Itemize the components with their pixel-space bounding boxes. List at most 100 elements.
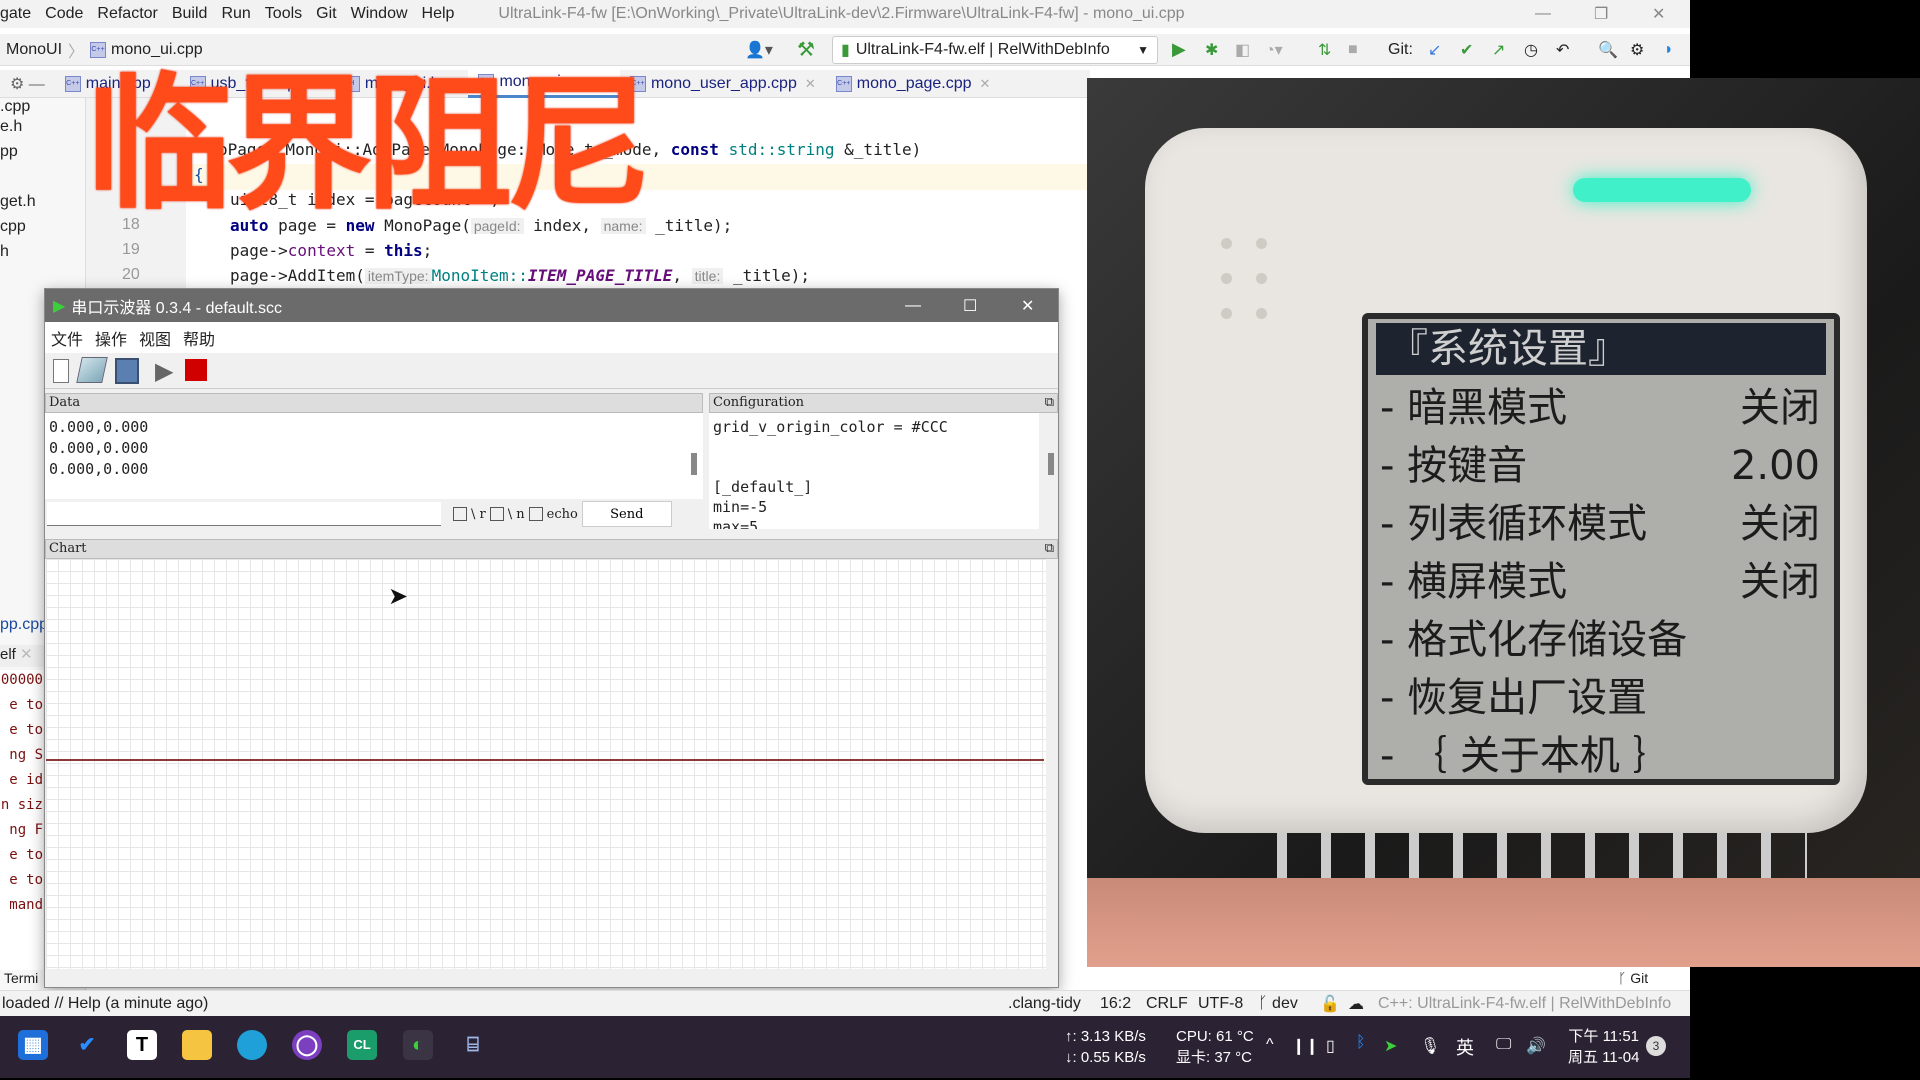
menu-navigate[interactable]: gate [0,5,31,23]
terminal-tool-button[interactable]: Termi [4,970,38,986]
breadcrumb-file[interactable]: mono_ui.cpp [111,41,203,59]
echo-checkbox[interactable] [528,507,543,521]
status-clang-tidy[interactable]: .clang-tidy [1008,995,1081,1013]
tab-mono-page[interactable]: C++ mono_page.cpp ✕ [826,70,1001,98]
project-file[interactable]: get.h [0,193,36,211]
network-icon[interactable]: 🖵 [1496,1036,1511,1054]
lcd-row: - 格式化存储设备 [1368,611,1834,669]
rollback-icon[interactable]: ↶ [1556,40,1569,60]
lock-icon[interactable]: 🔓 [1320,994,1340,1014]
chart-plot-area[interactable] [46,559,1046,969]
tab-settings-icon[interactable]: ⚙ — [0,74,55,94]
play-icon[interactable]: ▶ [155,357,173,386]
clion-app-icon[interactable]: CL [347,1030,377,1060]
project-file[interactable]: cpp [0,218,26,236]
build-icon[interactable]: ⚒ [797,37,815,62]
project-file[interactable]: e.h [0,118,22,136]
send-input[interactable] [47,502,441,526]
minimize-button[interactable]: — [1535,5,1551,23]
usb-icon[interactable]: ▯ [1326,1036,1335,1056]
stop-icon[interactable]: ■ [1348,41,1358,59]
close-button[interactable]: ✕ [1652,4,1665,24]
configuration-editor[interactable]: grid_v_origin_color = #CCC [_default_] m… [709,413,1039,529]
lcd-row-value: 2.00 [1730,443,1820,489]
notification-badge[interactable]: 3 [1646,1036,1666,1056]
tab-mono-user-app[interactable]: C++ mono_user_app.cpp ✕ [620,70,826,98]
save-icon[interactable] [115,358,139,384]
undock-icon[interactable]: ⧉ [1045,540,1054,558]
open-folder-icon[interactable] [76,357,108,383]
lf-checkbox[interactable] [489,507,504,521]
close-button[interactable]: ✕ [1021,296,1034,316]
edge-browser-icon[interactable] [237,1030,267,1060]
search-icon[interactable]: 🔍 [1598,40,1618,60]
plugin-icon[interactable]: ◗ [1664,41,1674,59]
project-file[interactable]: h [0,243,9,261]
status-branch[interactable]: ᚴ dev [1258,995,1298,1013]
calendar-app-icon[interactable]: ▦ [18,1030,48,1060]
status-caret-position[interactable]: 16:2 [1100,995,1131,1013]
tray-chevron-icon[interactable]: ^ [1266,1036,1274,1054]
close-icon[interactable]: ✕ [980,76,991,92]
run-icon[interactable]: ▶ [1172,39,1186,60]
close-icon[interactable]: ✕ [20,646,33,663]
menu-help[interactable]: Help [422,5,455,23]
menu-window[interactable]: Window [351,5,408,23]
maximize-button[interactable]: ☐ [963,296,977,316]
scrollbar[interactable] [1048,453,1054,475]
minimize-button[interactable]: — [905,297,921,315]
app-tray-icon[interactable]: ➤ [1384,1036,1397,1056]
coverage-icon[interactable]: ◧ [1235,40,1250,60]
stop-icon[interactable] [185,359,207,381]
attach-icon[interactable]: ⇅ [1318,40,1331,60]
earbuds-icon[interactable]: ❙❙ [1292,1036,1319,1056]
bluetooth-icon[interactable]: ᛒ [1356,1034,1366,1052]
user-icon[interactable]: 👤▾ [745,40,773,60]
run-configuration-select[interactable]: ▮ UltraLink-F4-fw.elf | RelWithDebInfo ▼ [832,36,1158,64]
typora-app-icon[interactable]: T [127,1030,157,1060]
scrollbar[interactable] [691,453,697,475]
ime-indicator[interactable]: 英 [1456,1034,1474,1060]
menu-tools[interactable]: Tools [265,5,302,23]
file-explorer-icon[interactable] [182,1030,212,1060]
profile-icon[interactable]: ◔▾ [1265,40,1283,60]
menu-code[interactable]: Code [45,5,83,23]
menu-git[interactable]: Git [316,5,336,23]
menu-build[interactable]: Build [172,5,208,23]
status-encoding[interactable]: UTF-8 [1198,995,1243,1013]
serial-scope-app-icon[interactable]: ◐ [403,1030,433,1060]
chart-header: Chart ⧉ [45,539,1058,559]
new-file-icon[interactable] [53,359,69,383]
project-file[interactable]: pp.cpp [0,616,48,634]
history-icon[interactable]: ◷ [1524,40,1538,60]
menu-file[interactable]: 文件 [51,326,83,350]
breadcrumb-monoui[interactable]: MonoUI [6,41,62,59]
status-line-endings[interactable]: CRLF [1146,995,1188,1013]
undock-icon[interactable]: ⧉ [1045,394,1054,412]
git-commit-icon[interactable]: ✔ [1460,40,1473,60]
menu-help[interactable]: 帮助 [183,326,215,350]
git-update-icon[interactable]: ↙ [1428,40,1441,60]
git-push-icon[interactable]: ↗ [1492,40,1505,60]
remote-app-icon[interactable]: ⌸ [458,1030,488,1060]
debug-icon[interactable]: ✱ [1205,40,1218,60]
gear-icon[interactable]: ⚙ [1630,40,1644,60]
menu-operate[interactable]: 操作 [95,326,127,350]
volume-icon[interactable]: 🔊 [1526,1036,1546,1056]
status-context[interactable]: C++: UltraLink-F4-fw.elf | RelWithDebInf… [1378,995,1671,1013]
todo-app-icon[interactable]: ✔ [72,1030,102,1060]
menu-refactor[interactable]: Refactor [97,5,157,23]
cloud-icon[interactable]: ☁ [1348,994,1364,1014]
restore-button[interactable]: ❐ [1594,4,1608,24]
send-button[interactable]: Send [581,501,672,527]
cr-checkbox[interactable] [453,507,467,521]
menu-view[interactable]: 视图 [139,326,171,350]
clock[interactable]: 下午 11:51 周五 11-04 [1568,1026,1639,1068]
close-icon[interactable]: ✕ [805,76,816,92]
microphone-icon[interactable]: 🎙 [1420,1036,1440,1056]
github-desktop-icon[interactable]: ◯ [292,1030,322,1060]
project-file[interactable]: .cpp [0,98,30,116]
menu-run[interactable]: Run [221,5,250,23]
git-tool-button[interactable]: ᚴ Git [1618,970,1648,986]
project-file[interactable]: pp [0,143,18,161]
